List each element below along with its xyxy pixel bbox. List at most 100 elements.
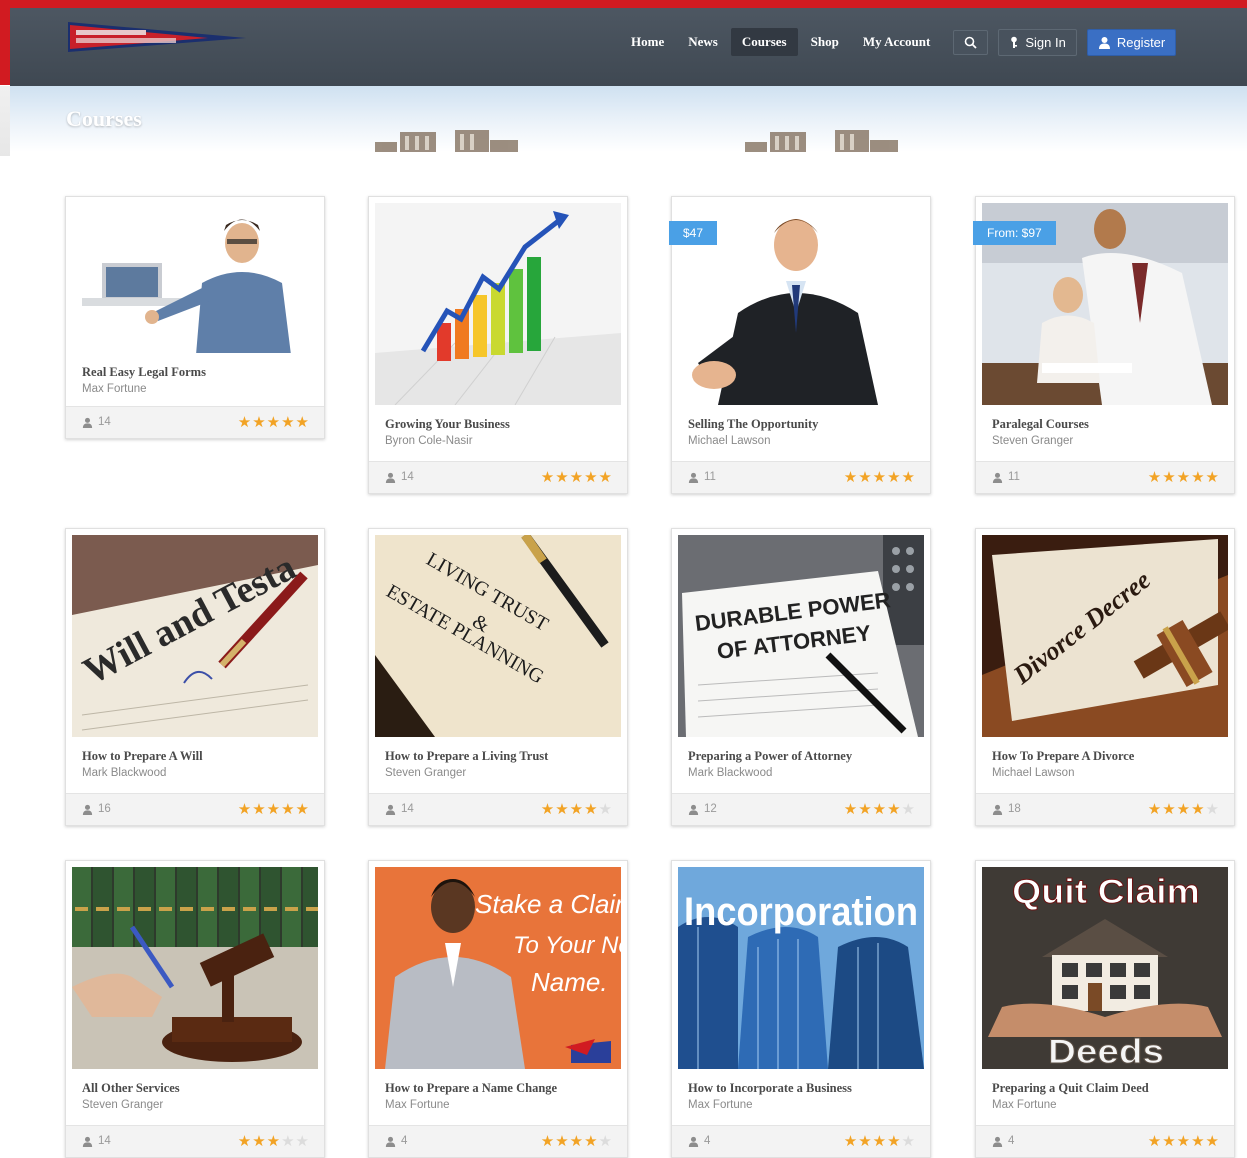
nav-item-news[interactable]: News bbox=[677, 28, 729, 56]
course-image-power-of-attorney-document[interactable]: DURABLE POWER OF ATTORNEY bbox=[678, 535, 924, 737]
register-button[interactable]: Register bbox=[1086, 28, 1177, 56]
course-author: Max Fortune bbox=[688, 1099, 753, 1111]
user-icon bbox=[82, 1136, 93, 1147]
sign-in-button[interactable]: Sign In bbox=[998, 28, 1077, 56]
star-icon: ★ bbox=[584, 801, 599, 818]
course-author: Michael Lawson bbox=[992, 767, 1075, 779]
course-image-last-will-document[interactable]: Will and Testa bbox=[72, 535, 318, 737]
course-card[interactable]: Stake a Claim To Your New Name. How to P… bbox=[368, 860, 628, 1158]
sign-in-label: Sign In bbox=[1025, 34, 1066, 50]
star-icon: ★ bbox=[266, 801, 282, 818]
course-author: Byron Cole-Nasir bbox=[385, 435, 473, 447]
star-icon: ★ bbox=[569, 469, 585, 486]
star-icon: ★ bbox=[1162, 801, 1177, 818]
user-icon bbox=[385, 1136, 396, 1147]
course-title[interactable]: How to Incorporate a Business bbox=[688, 1081, 852, 1096]
star-icon: ★ bbox=[540, 1133, 556, 1150]
course-card[interactable]: Real Easy Legal Forms Max Fortune 14 ★★★★… bbox=[65, 196, 325, 439]
course-title[interactable]: Growing Your Business bbox=[385, 417, 510, 432]
image-text-name-1: Stake a Claim bbox=[475, 889, 621, 919]
star-icon: ★ bbox=[872, 1133, 888, 1150]
student-count-value: 14 bbox=[98, 416, 111, 428]
course-image-gavel-law-books[interactable] bbox=[72, 867, 318, 1069]
image-text-deeds: Deeds bbox=[1048, 1033, 1164, 1069]
student-count: 11 bbox=[688, 471, 716, 483]
student-count: 14 bbox=[82, 416, 111, 428]
student-count: 4 bbox=[688, 1135, 710, 1147]
user-icon bbox=[688, 472, 699, 483]
course-title[interactable]: Paralegal Courses bbox=[992, 417, 1089, 432]
star-icon: ★ bbox=[237, 801, 253, 818]
course-card[interactable]: From: $97 Paralegal Courses Steven Granger… bbox=[973, 196, 1235, 494]
course-image-quit-claim-house[interactable]: Quit Claim Deeds bbox=[982, 867, 1228, 1069]
course-card[interactable]: All Other Services Steven Granger 14 ★★★★… bbox=[65, 860, 325, 1158]
rating-stars: ★★★★★ bbox=[844, 1132, 916, 1150]
student-count: 11 bbox=[992, 471, 1020, 483]
course-image-divorce-decree-gavel[interactable]: Divorce Decree bbox=[982, 535, 1228, 737]
course-card[interactable]: Growing Your Business Byron Cole-Nasir 14… bbox=[368, 196, 628, 494]
course-card[interactable]: DURABLE POWER OF ATTORNEY Preparing a Po… bbox=[671, 528, 931, 826]
course-footer: 14 ★★★★★ bbox=[369, 461, 627, 493]
course-image-name-change-woman[interactable]: Stake a Claim To Your New Name. bbox=[375, 867, 621, 1069]
course-title[interactable]: All Other Services bbox=[82, 1081, 180, 1096]
star-icon: ★ bbox=[555, 469, 570, 486]
course-title[interactable]: How to Prepare a Name Change bbox=[385, 1081, 557, 1096]
course-card[interactable]: $47 Selling The Opportunity Michael Lawson… bbox=[669, 196, 931, 494]
skyline-illustration bbox=[375, 130, 898, 152]
course-footer: 4 ★★★★★ bbox=[369, 1125, 627, 1157]
student-count: 14 bbox=[385, 471, 414, 483]
course-card[interactable]: Will and Testa How to Prepare A Will Mark… bbox=[65, 528, 325, 826]
course-card[interactable]: LIVING TRUST & ESTATE PLANNING How to Pr… bbox=[368, 528, 628, 826]
star-icon: ★ bbox=[858, 801, 873, 818]
course-title[interactable]: Selling The Opportunity bbox=[688, 417, 818, 432]
course-card[interactable]: Quit Claim Deeds Preparing a Quit Claim D… bbox=[975, 860, 1235, 1158]
student-count-value: 11 bbox=[1008, 471, 1020, 483]
star-icon: ★ bbox=[598, 801, 613, 818]
register-label: Register bbox=[1116, 34, 1166, 50]
student-count: 4 bbox=[385, 1135, 407, 1147]
user-icon bbox=[385, 804, 396, 815]
star-icon: ★ bbox=[1147, 801, 1163, 818]
course-title[interactable]: How to Prepare A Will bbox=[82, 749, 203, 764]
course-image-man-with-laptop[interactable] bbox=[72, 203, 318, 353]
course-title[interactable]: How To Prepare A Divorce bbox=[992, 749, 1134, 764]
search-button[interactable] bbox=[953, 29, 989, 55]
navbar: Home News Courses Shop My Account Sign In Regi… bbox=[10, 8, 1247, 86]
course-title[interactable]: How to Prepare a Living Trust bbox=[385, 749, 548, 764]
site-logo[interactable] bbox=[68, 20, 248, 54]
rating-stars: ★★★★★ bbox=[238, 800, 310, 818]
nav-item-home[interactable]: Home bbox=[620, 28, 675, 56]
course-title[interactable]: Preparing a Power of Attorney bbox=[688, 749, 852, 764]
course-image-growth-chart[interactable] bbox=[375, 203, 621, 405]
course-image-living-trust-document[interactable]: LIVING TRUST & ESTATE PLANNING bbox=[375, 535, 621, 737]
course-card[interactable]: Incorporation How to Incorporate a Busine… bbox=[671, 860, 931, 1158]
student-count: 4 bbox=[992, 1135, 1014, 1147]
course-footer: 18 ★★★★★ bbox=[976, 793, 1234, 825]
star-icon: ★ bbox=[901, 1133, 916, 1150]
course-card[interactable]: Divorce Decree How To Prepare A Divorce M… bbox=[975, 528, 1235, 826]
user-icon bbox=[1098, 36, 1110, 49]
student-count-value: 14 bbox=[401, 471, 414, 483]
course-image-incorporation-skyscrapers[interactable]: Incorporation bbox=[678, 867, 924, 1069]
student-count: 14 bbox=[385, 803, 414, 815]
rating-stars: ★★★★★ bbox=[844, 800, 916, 818]
star-icon: ★ bbox=[281, 1133, 296, 1150]
price-badge: From: $97 bbox=[973, 221, 1056, 245]
star-icon: ★ bbox=[1147, 1133, 1163, 1150]
nav-item-shop[interactable]: Shop bbox=[800, 28, 850, 56]
course-footer: 14 ★★★★★ bbox=[66, 406, 324, 438]
course-footer: 11 ★★★★★ bbox=[976, 461, 1234, 493]
star-icon: ★ bbox=[901, 801, 916, 818]
course-title[interactable]: Real Easy Legal Forms bbox=[82, 365, 206, 380]
star-icon: ★ bbox=[1205, 801, 1220, 818]
course-author: Max Fortune bbox=[385, 1099, 450, 1111]
star-icon: ★ bbox=[1205, 1133, 1220, 1150]
nav-item-courses[interactable]: Courses bbox=[730, 28, 798, 56]
star-icon: ★ bbox=[843, 801, 859, 818]
star-icon: ★ bbox=[281, 414, 296, 431]
star-icon: ★ bbox=[1147, 469, 1163, 486]
user-icon bbox=[385, 472, 396, 483]
nav-item-my-account[interactable]: My Account bbox=[852, 28, 942, 56]
course-title[interactable]: Preparing a Quit Claim Deed bbox=[992, 1081, 1149, 1096]
star-icon: ★ bbox=[858, 1133, 873, 1150]
